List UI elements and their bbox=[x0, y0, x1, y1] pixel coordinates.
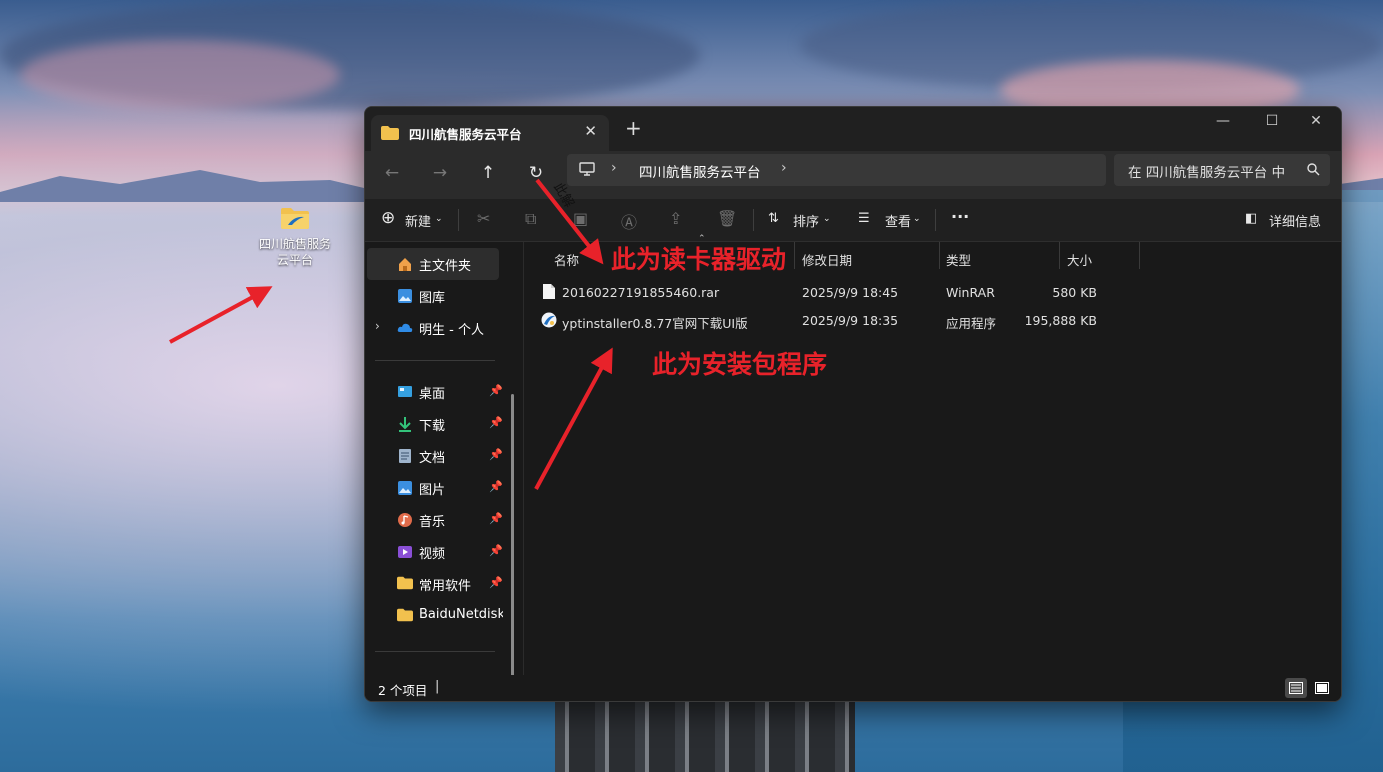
arrow-to-desktop-icon bbox=[169, 286, 273, 344]
arrow-to-installer-file bbox=[534, 347, 613, 490]
annotation-installer-label: 此为安装包程序 bbox=[652, 350, 828, 379]
annotation-driver-label: 此为读卡器驱动 bbox=[611, 245, 787, 274]
annotation-arrows bbox=[169, 178, 613, 490]
